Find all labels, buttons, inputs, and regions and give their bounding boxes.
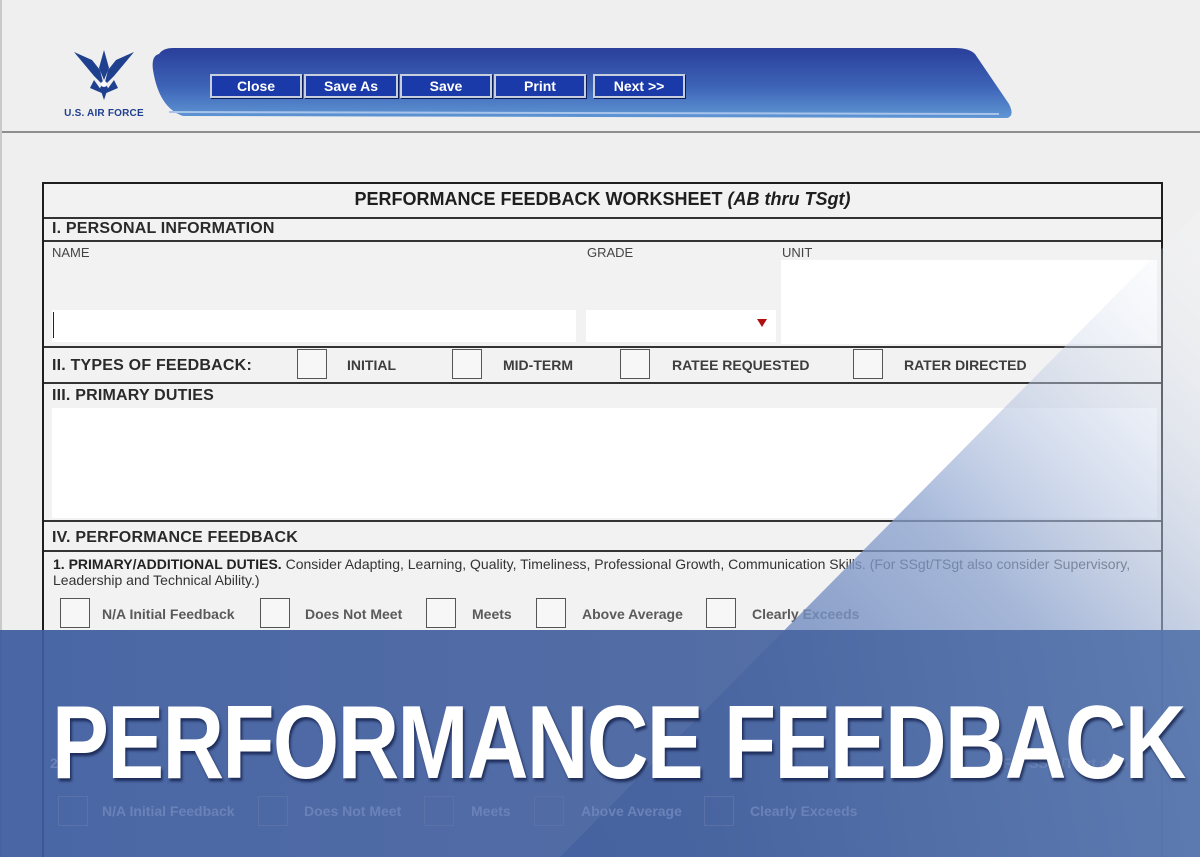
faded-rating-label: Above Average — [581, 803, 682, 819]
faded-rating-label: N/A Initial Feedback — [102, 803, 235, 819]
faded-rating-label: Clearly Exceeds — [750, 803, 858, 819]
headline-title: PERFORMANCE FEEDBACK — [52, 685, 1186, 801]
faded-rating-label: Meets — [471, 803, 511, 819]
faded-rating-label: Does Not Meet — [304, 803, 402, 819]
